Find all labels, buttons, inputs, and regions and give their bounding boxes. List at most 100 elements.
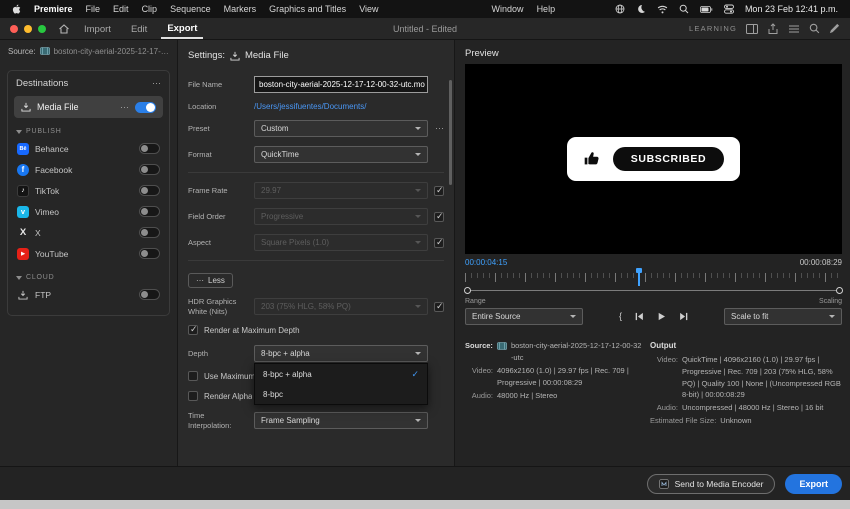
chevron-down-icon: [415, 241, 421, 245]
destinations-more-icon[interactable]: [152, 79, 161, 88]
close-button[interactable]: [10, 24, 18, 33]
render-max-depth-checkbox[interactable]: [188, 324, 198, 336]
destination-x[interactable]: X: [14, 222, 163, 243]
cloud-section-header[interactable]: CLOUD: [16, 274, 161, 281]
media-info: Source: boston-city-aerial-2025-12-17-12…: [465, 340, 842, 466]
tab-edit[interactable]: Edit: [125, 19, 153, 38]
menu-sequence[interactable]: Sequence: [170, 4, 211, 14]
menu-file[interactable]: File: [86, 4, 101, 14]
menu-window[interactable]: Window: [492, 4, 524, 14]
settings-scrollbar[interactable]: [449, 80, 452, 185]
behance-toggle[interactable]: [139, 143, 160, 154]
hdr-white-checkbox[interactable]: [434, 301, 444, 312]
moon-icon[interactable]: [636, 4, 646, 14]
menu-markers[interactable]: Markers: [224, 4, 257, 14]
publish-section-header[interactable]: PUBLISH: [16, 128, 161, 135]
tab-import[interactable]: Import: [78, 19, 117, 38]
wifi-icon[interactable]: [657, 5, 668, 14]
file-name-input[interactable]: boston-city-aerial-2025-12-17-12-00-32-u…: [254, 76, 428, 93]
depth-option-8bpc-alpha[interactable]: 8-bpc + alpha: [255, 364, 427, 384]
aspect-select: Square Pixels (1.0): [254, 234, 428, 252]
time-interpolation-select[interactable]: Frame Sampling: [254, 412, 428, 429]
less-button[interactable]: Less: [188, 273, 233, 289]
location-link[interactable]: /Users/jessifuentes/Documents/: [254, 102, 428, 111]
use-maximum-checkbox[interactable]: [188, 371, 198, 382]
media-file-toggle[interactable]: [135, 101, 156, 113]
destination-youtube[interactable]: YouTube: [14, 243, 163, 264]
depth-option-label: 8-bpc: [263, 389, 284, 399]
battery-icon[interactable]: [700, 5, 713, 13]
titlebar-actions: LEARNING: [689, 22, 840, 35]
app-menu[interactable]: Premiere: [34, 4, 73, 14]
search-icon[interactable]: [809, 23, 820, 34]
timeline-ruler[interactable]: [465, 273, 842, 285]
aspect-checkbox[interactable]: [434, 237, 444, 248]
frame-rate-select: 29.97: [254, 182, 428, 200]
playhead[interactable]: [636, 268, 643, 286]
destination-vimeo[interactable]: Vimeo: [14, 201, 163, 222]
control-center-icon[interactable]: [723, 4, 734, 14]
tiktok-toggle[interactable]: [139, 185, 160, 196]
use-maximum-label: Use Maximum: [204, 371, 256, 381]
menu-clip[interactable]: Clip: [142, 4, 158, 14]
media-file-more-icon[interactable]: [120, 103, 129, 112]
preset-more-button[interactable]: [435, 124, 444, 133]
menubar-clock[interactable]: Mon 23 Feb 12:41 p.m.: [745, 4, 838, 14]
destinations-title: Destinations: [16, 78, 69, 89]
field-order-checkbox[interactable]: [434, 211, 444, 222]
frame-rate-value: 29.97: [261, 186, 282, 196]
spotlight-search-icon[interactable]: [679, 4, 689, 14]
depth-option-8bpc[interactable]: 8-bpc: [255, 384, 427, 404]
play-icon[interactable]: [657, 312, 666, 321]
step-forward-icon[interactable]: [679, 312, 688, 321]
apple-menu-icon[interactable]: [12, 4, 21, 15]
workspace-icon[interactable]: [746, 23, 758, 34]
send-to-media-encoder-button[interactable]: Send to Media Encoder: [646, 473, 776, 494]
depth-select[interactable]: 8-bpc + alpha: [254, 345, 428, 363]
pencil-icon[interactable]: [829, 23, 840, 34]
source-info: Source: boston-city-aerial-2025-12-17-12…: [465, 340, 650, 466]
preset-value: Custom: [261, 124, 289, 134]
mark-in-icon[interactable]: [619, 312, 622, 321]
window-titlebar: Import Edit Export Untitled - Edited LEA…: [0, 18, 850, 40]
destination-tiktok[interactable]: TikTok: [14, 180, 163, 201]
location-row: Location /Users/jessifuentes/Documents/: [188, 102, 444, 111]
vimeo-toggle[interactable]: [139, 206, 160, 217]
quick-export-icon[interactable]: [767, 22, 779, 35]
menu-icon[interactable]: [788, 24, 800, 34]
screen: Premiere File Edit Clip Sequence Markers…: [0, 0, 850, 509]
menu-edit[interactable]: Edit: [113, 4, 129, 14]
range-track[interactable]: [464, 287, 843, 294]
destination-ftp[interactable]: FTP: [14, 284, 163, 305]
facebook-toggle[interactable]: [139, 164, 160, 175]
home-icon[interactable]: [58, 23, 70, 35]
chevron-down-icon: [16, 275, 22, 280]
facebook-icon: [17, 163, 29, 176]
hdr-white-label: HDR Graphics White (Nits): [188, 297, 237, 316]
minimize-button[interactable]: [24, 24, 32, 33]
zoom-button[interactable]: [38, 24, 46, 33]
destination-media-file[interactable]: Media File: [14, 96, 163, 118]
youtube-toggle[interactable]: [139, 248, 160, 259]
x-toggle[interactable]: [139, 227, 160, 238]
format-select[interactable]: QuickTime: [254, 146, 428, 164]
render-alpha-checkbox[interactable]: [188, 391, 198, 402]
frame-rate-checkbox[interactable]: [434, 185, 444, 196]
destination-facebook[interactable]: Facebook: [14, 159, 163, 180]
chevron-down-icon: [415, 153, 421, 157]
tab-export[interactable]: Export: [161, 18, 204, 39]
menu-view[interactable]: View: [359, 4, 378, 14]
range-select[interactable]: Entire Source: [465, 308, 583, 325]
scaling-select[interactable]: Scale to fit: [724, 308, 842, 325]
menu-help[interactable]: Help: [537, 4, 556, 14]
ftp-toggle[interactable]: [139, 289, 160, 300]
export-button[interactable]: Export: [785, 473, 842, 494]
settings-label: Settings:: [188, 50, 225, 61]
vimeo-icon: [17, 205, 29, 218]
globe-icon[interactable]: [615, 4, 625, 14]
learning-label[interactable]: LEARNING: [689, 24, 737, 33]
menu-graphics-titles[interactable]: Graphics and Titles: [269, 4, 346, 14]
destination-behance[interactable]: Behance: [14, 138, 163, 159]
preset-select[interactable]: Custom: [254, 120, 428, 138]
step-back-icon[interactable]: [635, 312, 644, 321]
